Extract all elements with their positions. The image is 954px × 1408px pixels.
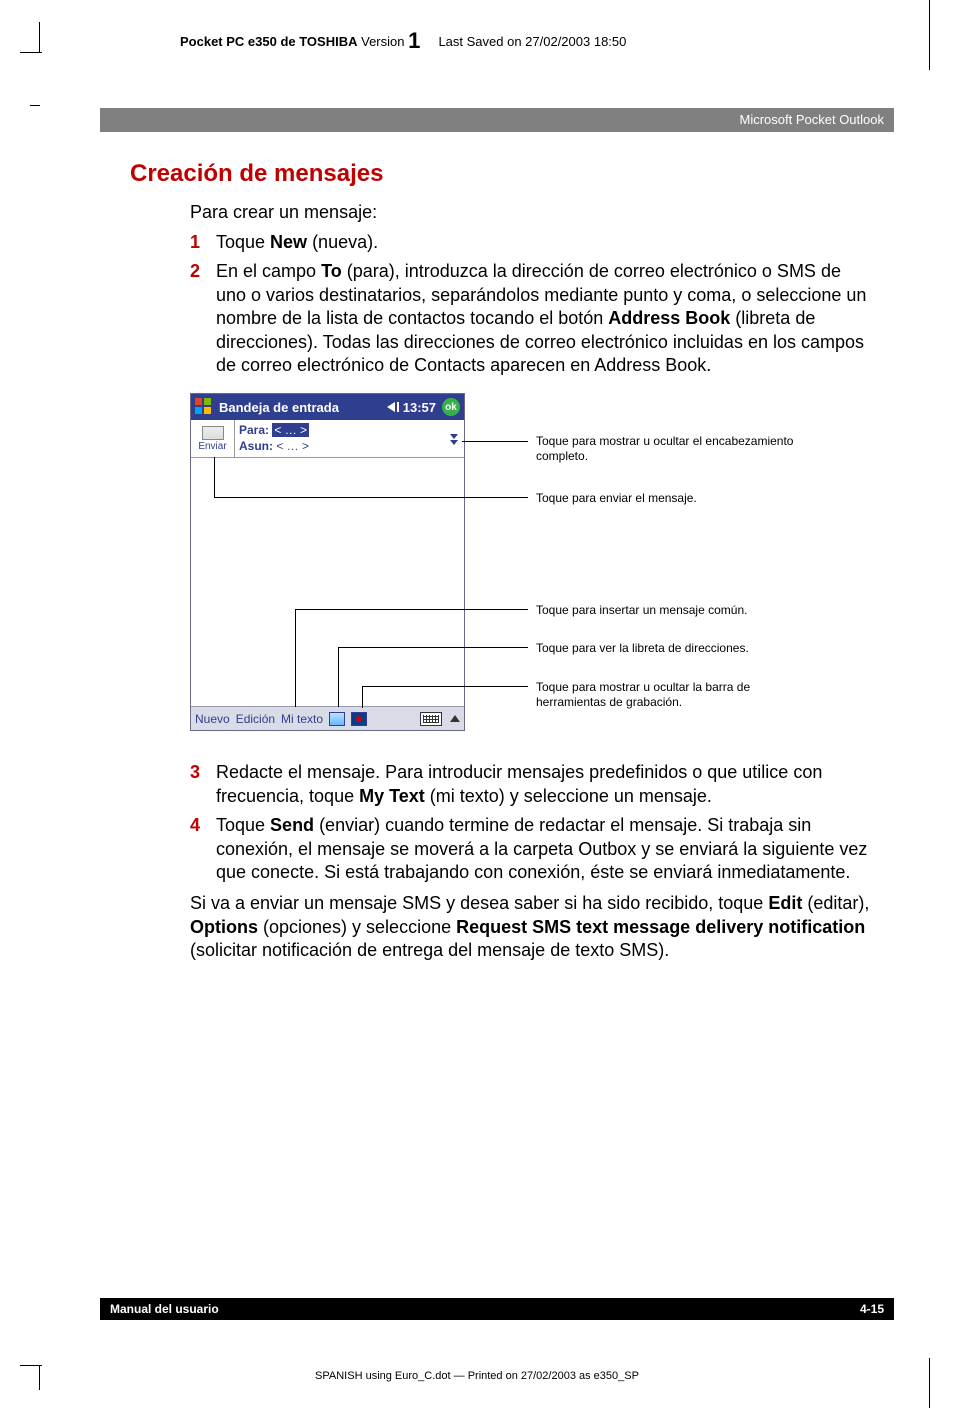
envelope-icon (202, 426, 224, 440)
record-icon[interactable] (351, 712, 367, 726)
keyboard-icon[interactable] (420, 712, 442, 726)
crop-mark (20, 52, 42, 53)
version-label: Version (361, 34, 404, 49)
callout-line (362, 686, 363, 708)
page-title: Creación de mensajes (130, 160, 874, 188)
ok-button[interactable]: ok (442, 398, 460, 416)
bold: Request SMS text message delivery notifi… (456, 917, 865, 937)
steps-list-cont: 3 Redacte el mensaje. Para introducir me… (190, 761, 874, 884)
text: herramientas de grabación. (536, 695, 682, 709)
menu-nuevo[interactable]: Nuevo (195, 712, 230, 726)
text: En el campo (216, 261, 321, 281)
closing-paragraph: Si va a enviar un mensaje SMS y desea sa… (190, 892, 874, 962)
titlebar: Bandeja de entrada 13:57 ok (191, 394, 464, 420)
step-number: 2 (190, 260, 200, 283)
text: (mi texto) y seleccione un mensaje. (425, 786, 712, 806)
speaker-icon (397, 402, 399, 412)
step-1: 1 Toque New (nueva). (190, 231, 874, 254)
text: Toque (216, 815, 270, 835)
callout-address-book: Toque para ver la libreta de direcciones… (536, 641, 816, 656)
callout-record-bar: Toque para mostrar u ocultar la barra de… (536, 680, 816, 710)
subject-field[interactable]: Asun: < … > (239, 438, 440, 454)
callout-line (295, 609, 528, 610)
step-2: 2 En el campo To (para), introduzca la d… (190, 260, 874, 377)
message-body[interactable] (191, 458, 464, 708)
page: Pocket PC e350 de TOSHIBA Version 1 Last… (0, 0, 954, 1408)
callout-line (462, 441, 528, 442)
callout-expand-header: Toque para mostrar u ocultar el encabeza… (536, 434, 836, 464)
callout-line (362, 686, 528, 687)
section-bar: Microsoft Pocket Outlook (100, 108, 894, 132)
version-number: 1 (408, 28, 420, 53)
text: (opciones) y seleccione (258, 917, 456, 937)
header-fields: Para: < … > Asun: < … > (235, 420, 444, 457)
compose-header: Enviar Para: < … > Asun: < … > (191, 420, 464, 458)
crop-mark (30, 22, 40, 52)
field-value: < … > (272, 423, 309, 437)
step-4: 4 Toque Send (enviar) cuando termine de … (190, 814, 874, 884)
footer-left: Manual del usuario (110, 1302, 219, 1316)
bold: Address Book (608, 308, 730, 328)
running-head: Pocket PC e350 de TOSHIBA Version 1 Last… (180, 28, 626, 54)
field-label: Para: (239, 423, 269, 437)
crop-mark (20, 1365, 42, 1366)
canned-messages-icon[interactable] (329, 712, 345, 726)
window-title: Bandeja de entrada (219, 400, 339, 415)
bold: Edit (768, 893, 802, 913)
footer-bar: Manual del usuario 4-15 (100, 1298, 894, 1320)
send-label: Enviar (198, 441, 226, 452)
bold: Send (270, 815, 314, 835)
chevron-down-icon (450, 432, 458, 445)
bottom-toolbar: Nuevo Edición Mi texto (191, 706, 464, 730)
text: Si va a enviar un mensaje SMS y desea sa… (190, 893, 768, 913)
callout-line (214, 457, 215, 497)
send-button[interactable]: Enviar (191, 420, 235, 457)
crop-mark (929, 1358, 930, 1408)
menu-mitexto[interactable]: Mi texto (281, 712, 323, 726)
step-3: 3 Redacte el mensaje. Para introducir me… (190, 761, 874, 808)
text: Toque (216, 232, 270, 252)
text: Toque para mostrar u ocultar la barra de (536, 680, 750, 694)
figure: Bandeja de entrada 13:57 ok Enviar Para: (190, 393, 830, 743)
up-arrow-icon[interactable] (450, 715, 460, 722)
intro-text: Para crear un mensaje: (190, 202, 874, 223)
bold: New (270, 232, 307, 252)
text: (editar), (802, 893, 869, 913)
callout-line (295, 609, 296, 707)
steps-list: 1 Toque New (nueva). 2 En el campo To (p… (190, 231, 874, 377)
print-footer: SPANISH using Euro_C.dot — Printed on 27… (0, 1370, 954, 1382)
field-label: Asun: (239, 439, 273, 453)
callout-line (214, 497, 528, 498)
callout-send: Toque para enviar el mensaje. (536, 491, 816, 506)
bold: To (321, 261, 342, 281)
device-screenshot: Bandeja de entrada 13:57 ok Enviar Para: (190, 393, 465, 731)
to-field[interactable]: Para: < … > (239, 422, 440, 438)
text: (nueva). (307, 232, 378, 252)
field-value: < … > (276, 439, 309, 453)
bold: My Text (359, 786, 425, 806)
text: (solicitar notificación de entrega del m… (190, 940, 669, 960)
speaker-icon[interactable] (387, 402, 395, 412)
callout-line (338, 647, 528, 648)
expand-header-button[interactable] (444, 420, 464, 457)
menu-edicion[interactable]: Edición (236, 712, 275, 726)
step-number: 4 (190, 814, 200, 837)
step-number: 1 (190, 231, 200, 254)
product-name: Pocket PC e350 de TOSHIBA (180, 34, 358, 49)
bold: Options (190, 917, 258, 937)
crop-mark (929, 0, 930, 70)
step-number: 3 (190, 761, 200, 784)
windows-logo-icon[interactable] (195, 398, 213, 416)
callout-my-text: Toque para insertar un mensaje común. (536, 603, 816, 618)
text: (enviar) cuando termine de redactar el m… (216, 815, 867, 882)
clock: 13:57 (403, 400, 436, 415)
content: Creación de mensajes Para crear un mensa… (130, 160, 874, 962)
callout-line (338, 647, 339, 707)
last-saved: Last Saved on 27/02/2003 18:50 (438, 34, 626, 49)
crop-mark (30, 105, 40, 106)
footer-page-number: 4-15 (860, 1302, 884, 1316)
